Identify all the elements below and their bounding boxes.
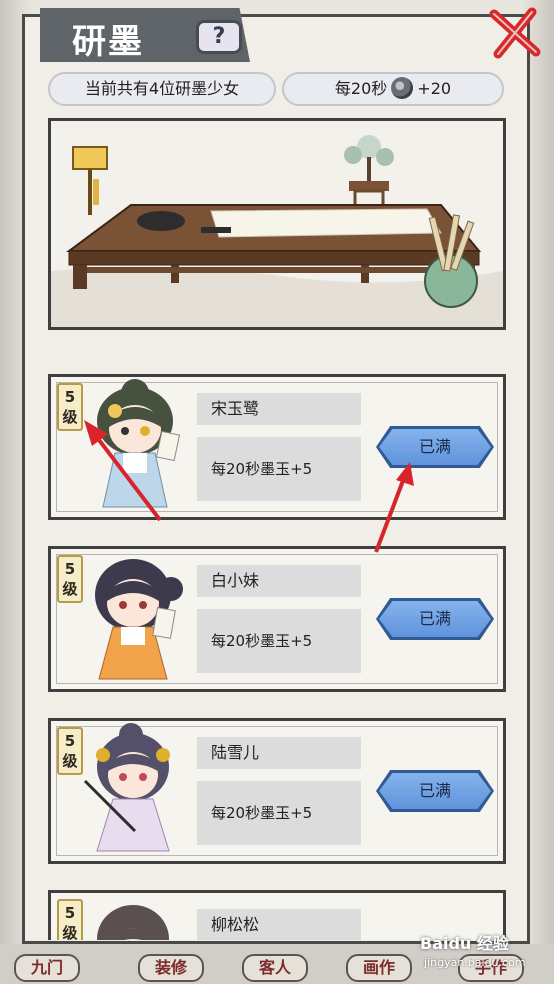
girl-count-label: 当前共有4位研墨少女 [48,72,276,106]
level-number: 5 [64,904,76,922]
full-status-button[interactable]: 已满 [379,429,491,465]
girl-portrait [97,905,169,940]
girl-portrait [95,559,183,680]
full-status-button[interactable]: 已满 [379,773,491,809]
girl-card: 5级 宋玉鹭 每20秒墨玉+5 已满 [48,374,506,520]
full-status-button[interactable]: 已满 [379,601,491,637]
girl-rate: 每20秒墨玉+5 [197,781,361,845]
header: 研墨 ? [0,0,554,66]
tab-paintings[interactable]: 画作 [346,954,412,982]
girl-portrait [83,723,170,852]
tab-nine-doors[interactable]: 九门 [14,954,80,982]
girl-portrait [97,379,181,508]
level-unit: 级 [62,580,78,598]
girl-card: 5级 白小妹 每20秒墨玉+5 已满 [48,546,506,692]
ink-rate-value: +20 [417,79,452,98]
level-unit: 级 [62,924,78,940]
level-badge: 5级 [57,899,83,940]
help-button[interactable]: ? [196,20,242,54]
level-badge: 5级 [57,383,83,431]
girl-name: 宋玉鹭 [197,393,361,425]
level-number: 5 [64,732,76,750]
girl-name: 白小妹 [197,565,361,597]
girl-rate: 每20秒墨玉+5 [197,609,361,673]
tab-guests[interactable]: 客人 [242,954,308,982]
close-icon[interactable] [488,6,542,60]
desk-scene-art [51,121,503,327]
girl-rate: 每20秒墨玉+5 [197,437,361,501]
level-unit: 级 [62,408,78,426]
level-badge: 5级 [57,555,83,603]
ink-jade-icon [391,77,414,99]
girl-card: 5级 陆雪儿 每20秒墨玉+5 已满 [48,718,506,864]
tab-decor[interactable]: 装修 [138,954,204,982]
girl-name: 柳松松 [197,909,361,940]
ink-rate-label: 每20秒 +20 [282,72,504,106]
level-number: 5 [64,560,76,578]
girl-name: 陆雪儿 [197,737,361,769]
study-scene-illustration [48,118,506,330]
ink-rate-prefix: 每20秒 [334,79,388,98]
watermark-brand: Baidu 经验 [420,934,509,953]
page-title: 研墨 [72,22,144,62]
level-badge: 5级 [57,727,83,775]
watermark-url: jingyan.baidu.com [424,956,526,969]
level-number: 5 [64,388,76,406]
level-unit: 级 [62,752,78,770]
